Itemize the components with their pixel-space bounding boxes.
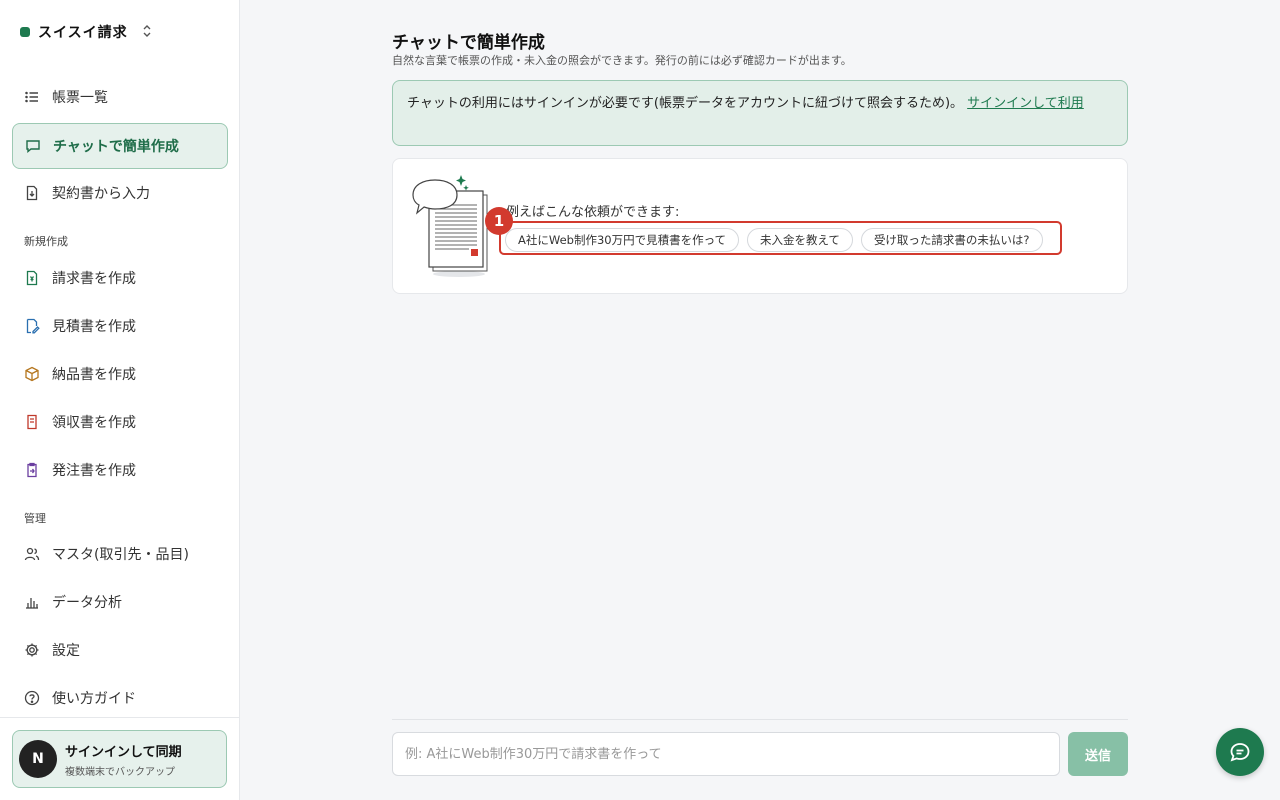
example-chip-unpaid[interactable]: 未入金を教えて: [747, 228, 853, 252]
sidebar-item-create-quote[interactable]: 見積書を作成: [12, 304, 228, 348]
sidebar-item-label: チャットで簡単作成: [53, 139, 179, 155]
bar-chart-icon: [24, 594, 40, 610]
brand-name: スイスイ請求: [38, 25, 128, 41]
users-icon: [24, 546, 40, 562]
example-chip-quote[interactable]: A社にWeb制作30万円で見積書を作って: [505, 228, 739, 252]
sidebar-item-label: 帳票一覧: [52, 90, 108, 106]
page-subtitle: 自然な言葉で帳票の作成・未入金の照会ができます。発行の前には必ず確認カードが出ま…: [392, 54, 852, 67]
brand-switcher[interactable]: スイスイ請求: [20, 22, 152, 42]
chat-bubble-icon: [1230, 743, 1250, 762]
clipboard-icon: [24, 462, 40, 478]
sidebar-item-analytics[interactable]: データ分析: [12, 580, 228, 624]
sidebar-item-settings[interactable]: 設定: [12, 628, 228, 672]
step-badge: 1: [485, 207, 513, 235]
avatar: N: [19, 740, 57, 778]
chat-icon: [25, 138, 41, 154]
invoice-icon: [24, 270, 40, 286]
receipt-icon: [24, 414, 40, 430]
sidebar-item-create-delivery[interactable]: 納品書を作成: [12, 352, 228, 396]
document-chat-illustration: [412, 175, 488, 277]
examples-label: 例えばこんな依頼ができます:: [506, 205, 680, 220]
signin-subtitle: 複数端末でバックアップ: [65, 766, 175, 778]
sidebar-item-create-order[interactable]: 発注書を作成: [12, 448, 228, 492]
notice-text: チャットの利用にはサインインが必要です(帳票データをアカウントに紐づけて照会する…: [407, 96, 964, 111]
sidebar-item-label: マスタ(取引先・品目): [52, 547, 189, 563]
signin-title: サインインして同期: [65, 744, 182, 760]
examples-card: 例えばこんな依頼ができます: A社にWeb制作30万円で見積書を作って 未入金を…: [392, 158, 1128, 294]
sidebar-item-label: 使い方ガイド: [52, 691, 136, 707]
chat-input[interactable]: [392, 732, 1060, 776]
chevron-up-down-icon: [142, 24, 152, 40]
help-icon: [24, 690, 40, 706]
section-label-manage: 管理: [24, 512, 46, 525]
signin-required-notice: チャットの利用にはサインインが必要です(帳票データをアカウントに紐づけて照会する…: [392, 80, 1128, 146]
list-icon: [24, 89, 40, 105]
sidebar-item-label: 契約書から入力: [52, 186, 150, 202]
sidebar-item-label: 発注書を作成: [52, 463, 136, 479]
example-chips: A社にWeb制作30万円で見積書を作って 未入金を教えて 受け取った請求書の未払…: [505, 228, 1043, 252]
signin-sync-button[interactable]: N サインインして同期 複数端末でバックアップ: [12, 730, 227, 788]
sidebar-item-label: 納品書を作成: [52, 367, 136, 383]
section-label-new: 新規作成: [24, 235, 68, 248]
sidebar-item-document-list[interactable]: 帳票一覧: [12, 75, 228, 119]
file-import-icon: [24, 185, 40, 201]
sidebar-item-label: 領収書を作成: [52, 415, 136, 431]
example-chip-received-unpaid[interactable]: 受け取った請求書の未払いは?: [860, 228, 1043, 252]
sidebar-item-label: 請求書を作成: [52, 271, 136, 287]
sidebar-item-label: 見積書を作成: [52, 319, 136, 335]
sidebar-item-master[interactable]: マスタ(取引先・品目): [12, 532, 228, 576]
sidebar-item-label: データ分析: [52, 595, 122, 611]
sidebar-item-label: 設定: [52, 643, 80, 659]
sidebar-item-create-receipt[interactable]: 領収書を作成: [12, 400, 228, 444]
brand-logo-icon: [20, 27, 30, 37]
gear-icon: [24, 642, 40, 658]
chat-fab-button[interactable]: [1216, 728, 1264, 776]
sidebar-item-contract-import[interactable]: 契約書から入力: [12, 171, 228, 215]
signin-link[interactable]: サインインして利用: [967, 96, 1084, 111]
chat-divider: [392, 719, 1128, 720]
sidebar-divider: [0, 717, 240, 718]
sidebar-item-chat-create[interactable]: チャットで簡単作成: [12, 123, 228, 169]
sidebar-item-create-invoice[interactable]: 請求書を作成: [12, 256, 228, 300]
page-title: チャットで簡単作成: [392, 33, 545, 53]
send-button[interactable]: 送信: [1068, 732, 1128, 776]
sidebar-item-guide[interactable]: 使い方ガイド: [12, 676, 228, 720]
sidebar: スイスイ請求 帳票一覧 チャットで簡単作成 契約書から入力 新規作成 請求書を作…: [0, 0, 240, 800]
box-icon: [24, 366, 40, 382]
quote-edit-icon: [24, 318, 40, 334]
